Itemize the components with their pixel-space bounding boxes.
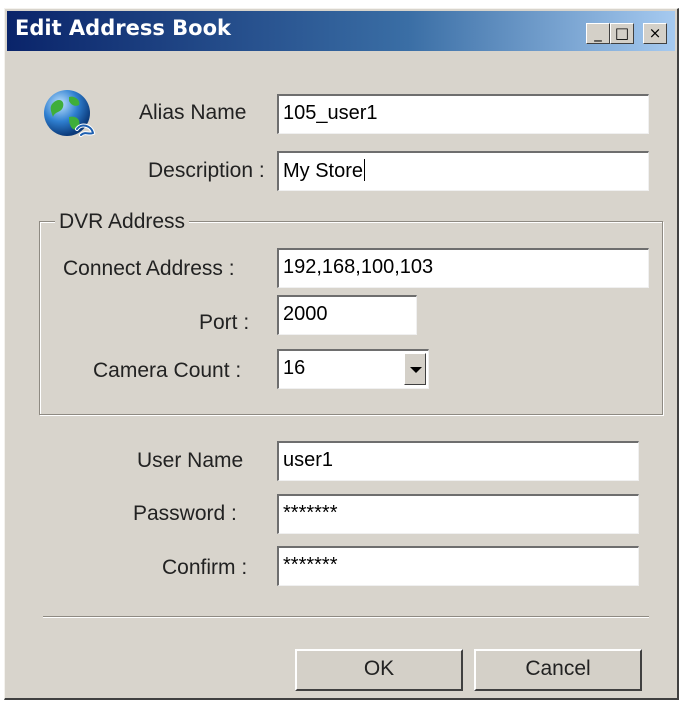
description-label: Description :: [148, 159, 265, 182]
maximize-button[interactable]: □: [610, 23, 634, 44]
close-button[interactable]: ×: [643, 23, 667, 44]
edit-address-book-dialog: Edit Address Book _ □ × Alias Name 105_u…: [4, 8, 679, 700]
text-caret: [364, 159, 366, 181]
minimize-button[interactable]: _: [586, 23, 610, 44]
camera-count-select[interactable]: 16: [277, 349, 429, 389]
dropdown-arrow-icon[interactable]: [404, 353, 426, 385]
globe-network-icon: [44, 90, 96, 137]
connect-address-label: Connect Address :: [63, 257, 235, 280]
dvr-address-group-label: DVR Address: [55, 210, 190, 234]
alias-name-label: Alias Name: [139, 101, 247, 124]
port-label: Port :: [199, 311, 250, 334]
title-bar[interactable]: Edit Address Book _ □ ×: [7, 11, 675, 51]
user-name-input[interactable]: user1: [277, 441, 639, 481]
cancel-button[interactable]: Cancel: [474, 649, 642, 691]
separator: [43, 616, 649, 618]
alias-name-input[interactable]: 105_user1: [277, 94, 649, 134]
password-label: Password :: [133, 502, 237, 525]
port-input[interactable]: 2000: [277, 295, 417, 335]
camera-count-label: Camera Count :: [93, 359, 242, 382]
connect-address-input[interactable]: 192,168,100,103: [277, 248, 649, 288]
confirm-label: Confirm :: [162, 556, 248, 579]
user-name-label: User Name: [137, 449, 244, 472]
confirm-password-input[interactable]: *******: [277, 546, 639, 586]
description-value: My Store: [283, 160, 364, 182]
ok-button[interactable]: OK: [295, 649, 463, 691]
description-input[interactable]: My Store: [277, 151, 649, 191]
camera-count-value: 16: [283, 357, 306, 379]
window-title: Edit Address Book: [15, 16, 231, 40]
password-input[interactable]: *******: [277, 494, 639, 534]
